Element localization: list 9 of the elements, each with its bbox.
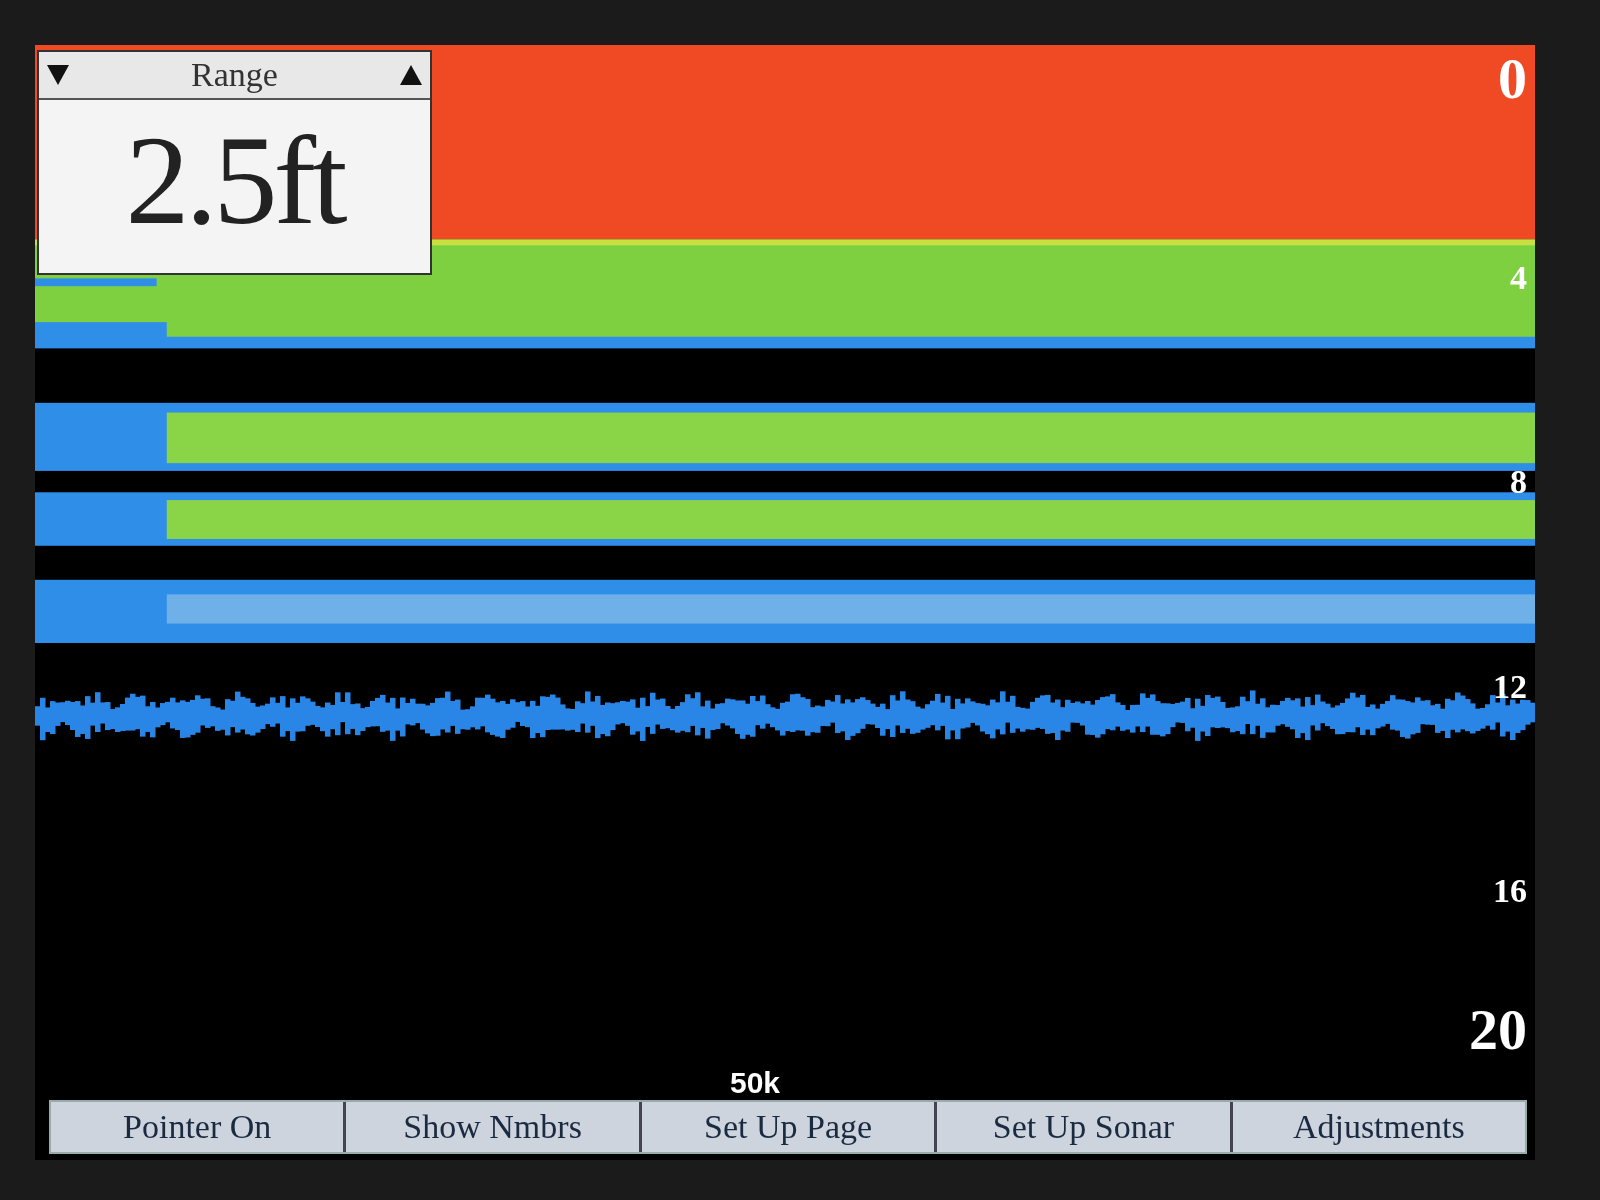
depth-label: 20 bbox=[1469, 996, 1527, 1063]
range-title: Range bbox=[191, 56, 278, 94]
depth-label: 8 bbox=[1510, 463, 1527, 502]
range-value: 2.5ft bbox=[124, 108, 346, 253]
depth-label: 4 bbox=[1510, 259, 1527, 298]
depth-label: 12 bbox=[1493, 667, 1527, 706]
depth-label: 0 bbox=[1498, 45, 1527, 112]
depth-label: 16 bbox=[1493, 871, 1527, 910]
frequency-label: 50k bbox=[729, 1066, 781, 1100]
